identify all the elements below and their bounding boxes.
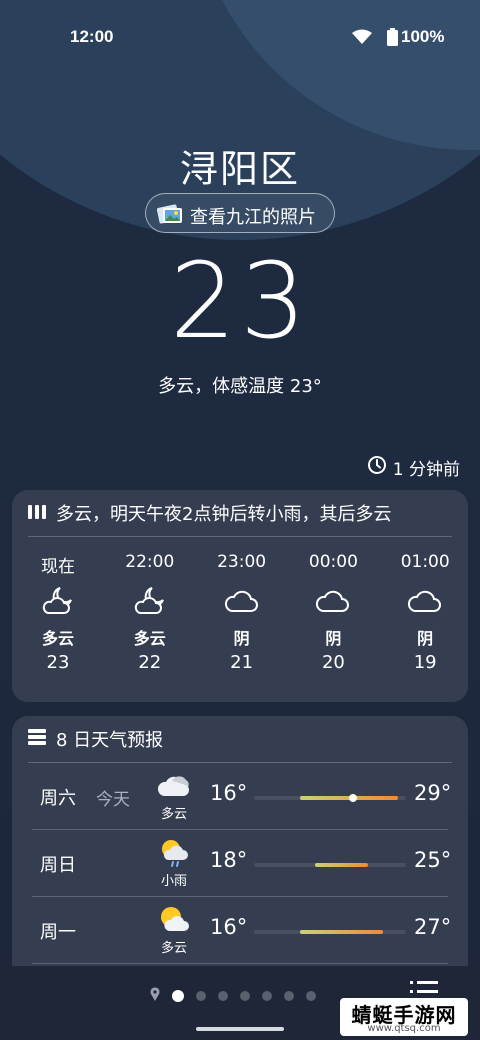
partly-cloudy-night-icon [12,576,104,626]
page-indicator[interactable] [150,986,316,1005]
page-dot[interactable] [306,990,316,1001]
cloud-icon [379,576,471,626]
watermark-url: www.qtsq.com [367,1023,441,1034]
day-name: 周一 [40,922,76,943]
temperature-range-track [254,794,406,802]
hourly-condition: 阴 [233,629,250,648]
hourly-condition: 阴 [417,629,434,648]
high-temperature: 25° [414,848,452,872]
hourly-item: 23:00 阴 21 [196,552,288,673]
page-dot[interactable] [240,990,250,1001]
location-pin-icon[interactable] [150,986,160,1005]
current-temp-marker [348,794,357,802]
light-rain-icon [158,838,190,868]
hourly-item: 01:00 阴 19 [379,552,471,673]
location-title: 浔阳区 [179,147,300,191]
watermark-logo: 蜻蜓手游网 www.qtsq.com [340,998,468,1036]
temperature-range-track [254,863,406,867]
temperature-range-track [254,930,406,934]
hourly-temperature: 22 [138,652,162,673]
home-indicator[interactable] [196,1027,284,1031]
low-temperature: 16° [210,781,248,805]
page-dot[interactable] [262,990,272,1001]
hourly-time: 01:00 [400,552,450,572]
daily-row[interactable]: 周六 今天多云 16° 29° [32,763,452,830]
daily-row[interactable]: 周一多云 16° 27° [32,897,452,964]
page-dots [172,989,316,1002]
hourly-time: 00:00 [308,552,358,572]
day-condition: 小雨 [160,874,187,889]
battery-percent: 100% [401,27,445,46]
hourly-forecast-card[interactable]: 多云，明天午夜2点钟后转小雨，其后多云 现在多云 23 22:00 多云 22 23:00… [12,490,468,702]
hourly-item: 00:00 阴 20 [287,552,379,673]
high-temperature: 29° [414,781,452,805]
hourly-temperature: 20 [321,652,345,673]
day-name: 周六 [40,788,76,809]
daily-forecast-title: 8 日天气预报 [56,730,164,751]
hourly-summary-header: 多云，明天午夜2点钟后转小雨，其后多云 [28,490,452,537]
list-icon [28,728,46,750]
view-photos-label: 查看九江的照片 [190,207,316,228]
cloud-icon [196,576,288,626]
view-photos-button[interactable]: 查看九江的照片 [145,193,335,233]
low-temperature: 18° [210,848,248,872]
day-condition: 多云 [160,941,187,956]
hourly-time: 22:00 [125,552,175,572]
hourly-temperature: 19 [413,652,437,673]
status-bar: 12:00 100% [0,0,480,72]
current-temperature: 23 [169,240,311,362]
partly-cloudy-night-icon [104,576,196,626]
wifi-icon [352,29,372,49]
hourly-item: 现在多云 23 [12,552,104,673]
last-updated-text: 1 分钟前 [392,460,460,480]
battery-icon [387,28,398,50]
high-temperature: 27° [414,915,452,939]
daily-forecast-header: 8 日天气预报 [28,716,452,763]
hourly-condition: 多云 [41,629,74,648]
cloud-icon [287,576,379,626]
hourly-summary-text: 多云，明天午夜2点钟后转小雨，其后多云 [56,504,392,525]
hourly-item: 22:00 多云 22 [104,552,196,673]
bar-chart-icon [28,503,46,524]
current-condition: 多云，体感温度 23° [158,376,322,397]
temperature-range-bar [314,863,368,867]
page-dot[interactable] [284,990,294,1001]
hourly-time: 现在 [41,557,75,577]
today-tag: 今天 [96,790,130,810]
status-time: 12:00 [70,27,114,46]
hourly-condition: 多云 [133,629,166,648]
page-dot[interactable] [172,989,184,1002]
day-condition: 多云 [160,807,187,822]
cloudy-icon [157,771,190,801]
clock-icon [367,455,387,480]
hourly-temperature: 21 [230,652,254,673]
low-temperature: 16° [210,915,248,939]
last-updated: 1 分钟前 [367,455,460,480]
daily-row[interactable]: 周日小雨 18° 25° [32,830,452,897]
hourly-time: 23:00 [217,552,267,572]
page-dot[interactable] [218,990,228,1001]
hourly-temperature: 23 [46,652,70,673]
partly-sunny-icon [158,905,190,935]
hourly-condition: 阴 [325,629,342,648]
temperature-range-bar [299,930,384,934]
day-name: 周日 [40,855,76,876]
page-dot[interactable] [196,990,206,1001]
photos-icon [156,201,184,231]
